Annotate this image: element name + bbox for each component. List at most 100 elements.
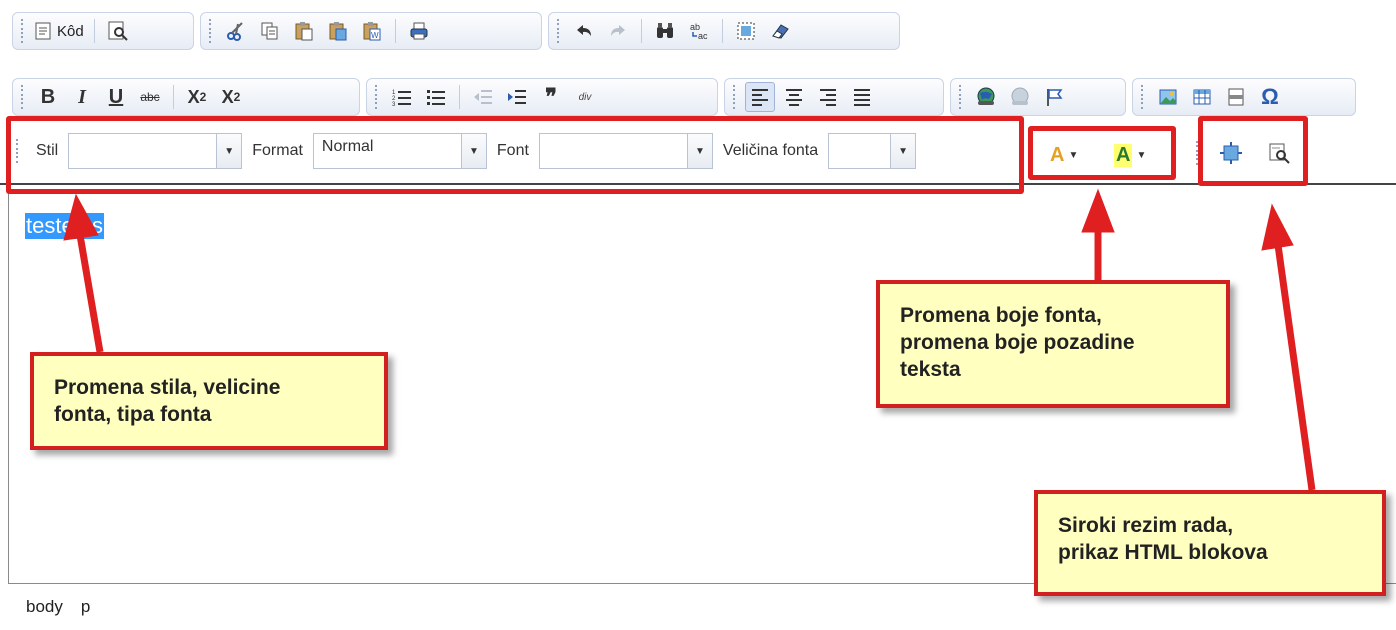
link-button[interactable]	[971, 82, 1001, 112]
callout-mode: Siroki rezim rada, prikaz HTML blokova	[1034, 490, 1386, 596]
outdent-icon	[474, 90, 492, 104]
toolbar-grip[interactable]	[17, 84, 27, 110]
numbered-list-button[interactable]: 123	[387, 82, 417, 112]
toolbar-separator	[173, 85, 174, 109]
image-button[interactable]	[1153, 82, 1183, 112]
select-all-button[interactable]	[731, 16, 761, 46]
unlink-icon	[1011, 87, 1029, 105]
justify-icon	[854, 89, 870, 106]
callout-colors: Promena boje fonta, promena boje pozadin…	[876, 280, 1230, 408]
align-right-button[interactable]	[813, 82, 843, 112]
align-left-button[interactable]	[745, 82, 775, 112]
source-button[interactable]: Kôd	[31, 16, 88, 46]
subscript-label: X	[187, 86, 200, 107]
underline-button[interactable]: U	[101, 82, 131, 112]
toolbar-separator	[395, 19, 396, 43]
bulleted-list-icon	[427, 90, 445, 105]
replace-icon: abac	[690, 22, 708, 41]
paste-text-button[interactable]	[323, 16, 353, 46]
toolbar-grip[interactable]	[955, 84, 965, 110]
align-left-icon	[752, 89, 768, 106]
blockquote-button[interactable]: ❞	[536, 82, 566, 112]
bold-button[interactable]: B	[33, 82, 63, 112]
toolbar-grip[interactable]	[729, 84, 739, 110]
image-icon	[1159, 89, 1177, 105]
indent-icon	[508, 90, 526, 104]
subscript-index: 2	[199, 90, 207, 104]
copy-icon	[261, 22, 278, 40]
path-item-body[interactable]: body	[26, 597, 63, 617]
path-item-p[interactable]: p	[81, 597, 90, 617]
print-button[interactable]	[404, 16, 434, 46]
table-button[interactable]	[1187, 82, 1217, 112]
indent-button[interactable]	[502, 82, 532, 112]
align-center-icon	[786, 89, 802, 106]
replace-button[interactable]: ab ac	[684, 16, 714, 46]
selected-text[interactable]: testetes	[25, 213, 105, 239]
toolbar-group-document: Kôd	[12, 12, 194, 50]
create-div-button[interactable]: div	[570, 82, 600, 112]
italic-button[interactable]: I	[67, 82, 97, 112]
highlight-colors	[1028, 126, 1176, 180]
undo-button[interactable]	[569, 16, 599, 46]
callout-style-font: Promena stila, velicine fonta, tipa font…	[30, 352, 388, 450]
cut-button[interactable]	[221, 16, 251, 46]
toolbar-separator	[641, 19, 642, 43]
print-icon	[410, 22, 428, 40]
table-icon	[1193, 89, 1211, 105]
anchor-button[interactable]	[1039, 82, 1069, 112]
strikethrough-button[interactable]: abc	[135, 82, 165, 112]
superscript-label: X	[221, 86, 234, 107]
paste-word-icon: W	[363, 22, 381, 41]
toolbar-group-basicstyles: B I U abc X2 X2	[12, 78, 360, 116]
select-all-icon	[737, 22, 755, 40]
align-right-icon	[820, 89, 836, 106]
copy-button[interactable]	[255, 16, 285, 46]
toolbar-group-paragraph: 123 ❞ div	[366, 78, 718, 116]
highlight-combos	[6, 116, 1024, 194]
toolbar-grip[interactable]	[205, 18, 215, 44]
special-char-button[interactable]: Ω	[1255, 82, 1285, 112]
justify-button[interactable]	[847, 82, 877, 112]
toolbar-separator	[459, 85, 460, 109]
toolbar-group-links	[950, 78, 1126, 116]
svg-text:W: W	[371, 31, 379, 40]
remove-format-icon	[772, 24, 789, 39]
link-icon	[977, 87, 995, 105]
superscript-button[interactable]: X2	[216, 82, 246, 112]
remove-format-button[interactable]	[765, 16, 795, 46]
toolbar-separator	[722, 19, 723, 43]
horizontal-rule-icon	[1228, 88, 1244, 106]
horizontal-rule-button[interactable]	[1221, 82, 1251, 112]
paste-button[interactable]	[289, 16, 319, 46]
undo-icon	[577, 25, 591, 36]
superscript-index: 2	[233, 90, 241, 104]
source-document-icon	[35, 22, 51, 40]
cut-icon	[227, 22, 243, 41]
outdent-button[interactable]	[468, 82, 498, 112]
toolbar-separator	[93, 19, 95, 43]
svg-text:3: 3	[392, 102, 396, 107]
paste-word-button[interactable]: W	[357, 16, 387, 46]
redo-icon	[611, 25, 625, 36]
numbered-list-icon: 123	[392, 90, 411, 107]
paste-text-icon	[329, 22, 347, 41]
toolbar-group-insert: Ω	[1132, 78, 1356, 116]
toolbar-grip[interactable]	[553, 18, 563, 44]
find-icon	[657, 23, 673, 38]
subscript-button[interactable]: X2	[182, 82, 212, 112]
toolbar-grip[interactable]	[1137, 84, 1147, 110]
toolbar-grip[interactable]	[17, 18, 27, 44]
toolbar-grip[interactable]	[371, 84, 381, 110]
toolbar-group-edit: ab ac	[548, 12, 900, 50]
highlight-mode-buttons	[1198, 116, 1308, 186]
source-button-label: Kôd	[57, 22, 84, 40]
redo-button[interactable]	[603, 16, 633, 46]
find-button[interactable]	[650, 16, 680, 46]
unlink-button[interactable]	[1005, 82, 1035, 112]
preview-button[interactable]	[103, 16, 133, 46]
toolbar-group-clipboard: W	[200, 12, 542, 50]
align-center-button[interactable]	[779, 82, 809, 112]
bulleted-list-button[interactable]	[421, 82, 451, 112]
paste-icon	[295, 22, 313, 41]
